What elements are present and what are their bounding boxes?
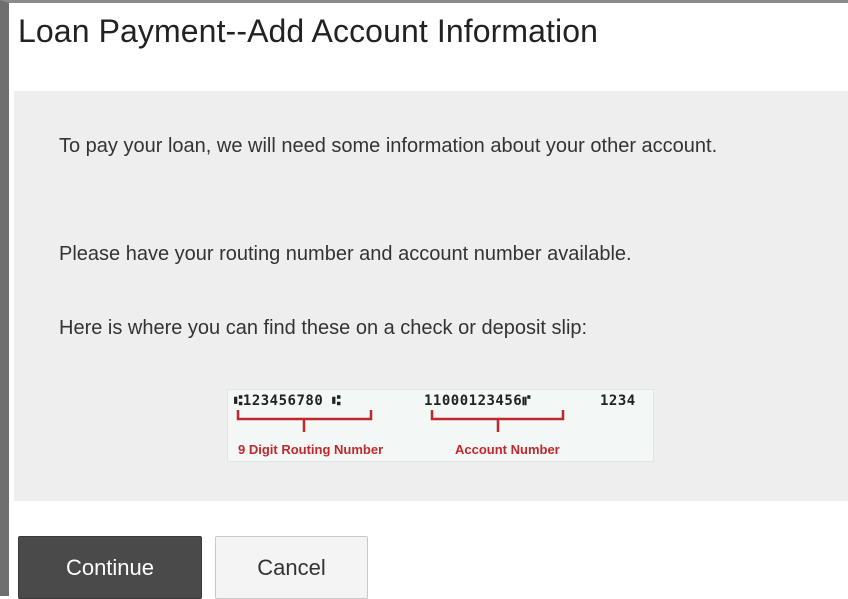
continue-button[interactable]: Continue [18,536,202,599]
intro-text: To pay your loan, we will need some info… [59,135,718,157]
routing-bracket [236,410,373,432]
info-panel: To pay your loan, we will need some info… [14,91,848,501]
account-number-label: Account Number [455,442,560,457]
hint-text: Here is where you can find these on a ch… [59,317,588,339]
window-frame: Loan Payment--Add Account Information To… [0,0,848,599]
account-bracket [430,410,565,432]
routing-number-label: 9 Digit Routing Number [238,442,384,457]
instruction-text: Please have your routing number and acco… [59,243,632,265]
check-example-image: ⑆123456780 ⑆ 11000123456⑈ 1234 9 Digit R… [227,389,654,462]
page-title: Loan Payment--Add Account Information [18,13,599,49]
cancel-button[interactable]: Cancel [215,536,368,599]
